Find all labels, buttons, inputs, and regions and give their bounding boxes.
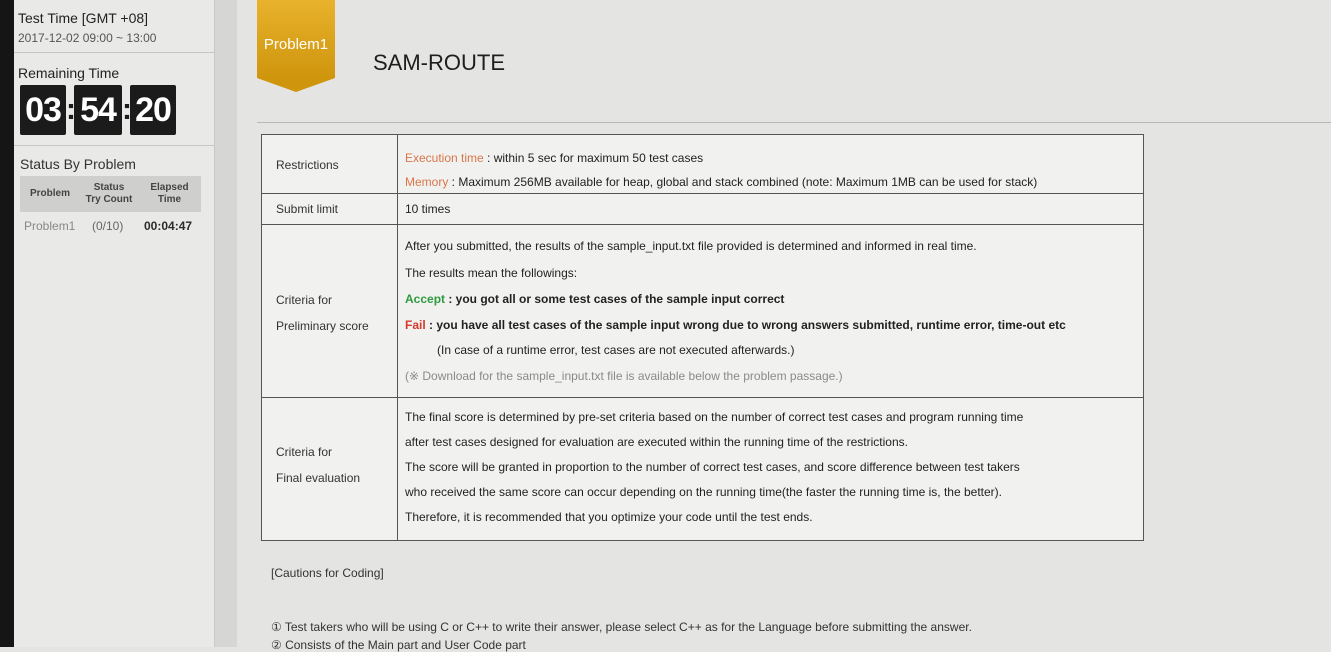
final-line-1: The final score is determined by pre-set… [405, 410, 1024, 424]
exec-time-key: Execution time [405, 151, 484, 165]
caution-item-1: ① Test takers who will be using C or C++… [271, 620, 972, 634]
exec-time-value: : within 5 sec for maximum 50 test cases [483, 151, 704, 165]
test-time-range: 2017-12-02 09:00 ~ 13:00 [18, 31, 157, 45]
row-submit-limit: Submit limit 10 times [262, 194, 1143, 225]
row-preliminary: Criteria for Preliminary score After you… [262, 225, 1143, 398]
header-elapsed-line2: Time [157, 194, 182, 205]
header-problem: Problem [29, 188, 70, 199]
problem-badge: Problem1 [257, 0, 335, 78]
header-elapsed-line1: Elapsed [150, 182, 189, 193]
restrictions-exec: Execution time : within 5 sec for maximu… [405, 145, 1135, 171]
final-line-4: who received the same score can occur de… [405, 485, 1002, 499]
clock-seconds: 20 [130, 85, 176, 135]
screen-bezel [0, 0, 14, 647]
row-restrictions: Restrictions Execution time : within 5 s… [262, 135, 1143, 194]
status-row-elapsed: 00:04:47 [144, 219, 193, 233]
final-line-5: Therefore, it is recommended that you op… [405, 510, 813, 524]
status-by-problem-label: Status By Problem [20, 156, 136, 172]
preliminary-label-2: Preliminary score [276, 319, 369, 333]
header-status-line1: Status [93, 182, 125, 193]
status-table-header: Problem Status Try Count Elapsed Time [20, 176, 201, 212]
clock-colon: : [66, 93, 76, 126]
fail-key: Fail [405, 318, 426, 332]
countdown-clock: 03 : 54 : 20 [20, 85, 176, 135]
preliminary-fail: Fail : you have all test cases of the sa… [405, 312, 1135, 338]
badge-ribbon-tip [257, 78, 335, 92]
submit-limit-label: Submit limit [276, 202, 339, 216]
header-status-line2: Try Count [85, 194, 133, 205]
preliminary-label-1: Criteria for [276, 293, 333, 307]
accept-value: : you got all or some test cases of the … [445, 292, 785, 306]
test-time-label: Test Time [GMT +08] [18, 10, 149, 26]
sidebar-divider [14, 145, 214, 146]
header-status: Status Try Count [80, 182, 138, 206]
preliminary-line-1: After you submitted, the results of the … [405, 239, 977, 253]
memory-key: Memory [405, 175, 449, 189]
header-elapsed: Elapsed Time [138, 182, 201, 206]
accept-key: Accept [405, 292, 446, 306]
remaining-time-label: Remaining Time [18, 65, 120, 81]
final-line-2: after test cases designed for evaluation… [405, 435, 908, 449]
status-row-count: (0/10) [92, 219, 124, 233]
preliminary-line-2: The results mean the followings: [405, 266, 578, 280]
sidebar: Test Time [GMT +08] 2017-12-02 09:00 ~ 1… [14, 0, 215, 647]
clock-hours: 03 [20, 85, 66, 135]
memory-value: : Maximum 256MB available for heap, glob… [448, 175, 1038, 189]
final-label-2: Final evaluation [276, 471, 361, 485]
title-divider [257, 122, 1331, 123]
runtime-error-note: (In case of a runtime error, test cases … [437, 343, 795, 357]
fail-value: : you have all test cases of the sample … [425, 318, 1066, 332]
final-line-3: The score will be granted in proportion … [405, 460, 1020, 474]
sidebar-divider [14, 52, 214, 53]
clock-minutes: 54 [74, 85, 122, 135]
submit-limit-value: 10 times [405, 202, 451, 216]
final-label-1: Criteria for [276, 445, 333, 459]
clock-colon: : [122, 93, 132, 126]
restrictions-table: Restrictions Execution time : within 5 s… [261, 134, 1144, 541]
preliminary-accept: Accept : you got all or some test cases … [405, 286, 1135, 312]
status-row-problem[interactable]: Problem1 [24, 219, 92, 233]
status-row[interactable]: Problem1 (0/10) 00:04:47 [24, 219, 192, 233]
restrictions-label: Restrictions [276, 158, 339, 172]
download-note: (※ Download for the sample_input.txt fil… [405, 369, 843, 383]
row-final: Criteria for Final evaluation The final … [262, 398, 1143, 540]
caution-item-2: ② Consists of the Main part and User Cod… [271, 638, 526, 652]
problem-title: SAM-ROUTE [373, 50, 505, 75]
gutter [215, 0, 237, 647]
cautions-title: [Cautions for Coding] [271, 566, 384, 580]
restrictions-memory: Memory : Maximum 256MB available for hea… [405, 169, 1135, 195]
